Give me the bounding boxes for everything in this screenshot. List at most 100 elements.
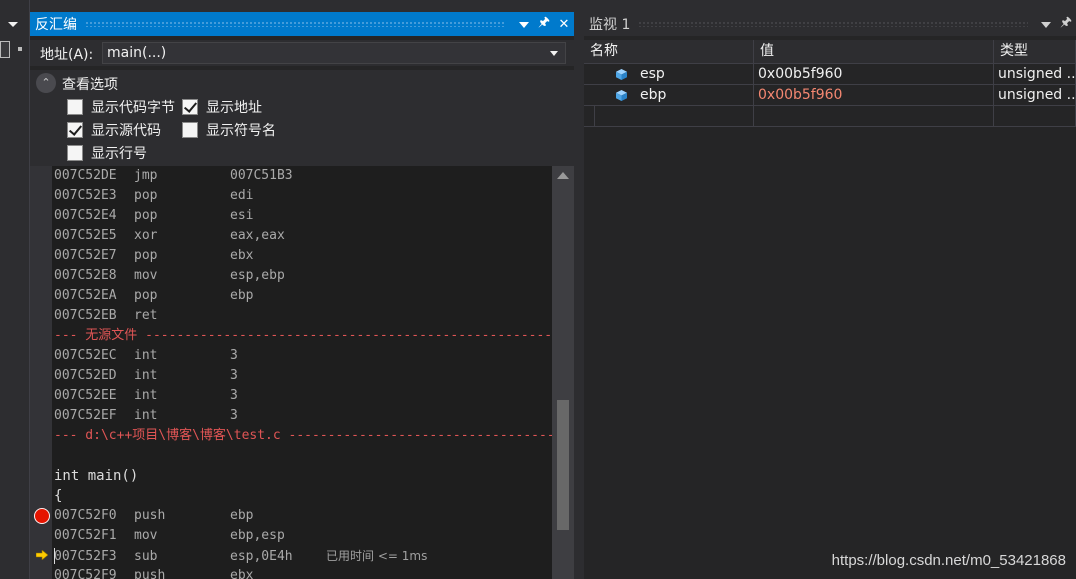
code-line[interactable]: 007C52EC int 3 [54, 346, 238, 366]
checkbox-show-code-bytes[interactable] [67, 99, 83, 115]
source-file-separator: --- d:\c++项目\博客\博客\test.c --------------… [54, 428, 552, 443]
window-menu-button[interactable] [514, 17, 534, 32]
watch-titlebar[interactable]: 监视 1 🖈 [584, 12, 1076, 36]
empty-value-cell [754, 106, 994, 126]
asm-mnemonic: int [134, 348, 158, 363]
option-label: 显示源代码 [91, 123, 161, 139]
asm-mnemonic: mov [134, 528, 158, 543]
option-show-source[interactable]: 显示源代码 [67, 120, 161, 140]
checkbox-show-address[interactable] [182, 99, 198, 115]
disassembly-title: 反汇编 [35, 17, 77, 33]
view-options-title: 查看选项 [62, 77, 118, 93]
asm-address: 007C52E8 [54, 268, 117, 283]
disassembly-code-view[interactable]: 007C52DE jmp 007C51B3 007C52E3 pop edi 007C5… [52, 166, 552, 579]
code-line[interactable]: 007C52E8 mov esp,ebp [54, 266, 285, 286]
titlebar-grip[interactable] [85, 21, 506, 27]
watch-name-cell[interactable]: esp [584, 64, 754, 84]
scroll-up-arrow-icon[interactable] [557, 172, 569, 179]
toolbox-icon[interactable] [0, 41, 10, 58]
asm-address: 007C52E5 [54, 228, 117, 243]
window-menu-button[interactable] [1036, 17, 1056, 32]
grip-icon [18, 47, 22, 51]
watch-type: unsigned ... [994, 85, 1076, 105]
pin-button[interactable]: 🖈 [1056, 13, 1076, 35]
breakpoint-icon[interactable] [34, 508, 50, 524]
code-line[interactable]: 007C52EA pop ebp [54, 286, 253, 306]
disassembly-titlebar[interactable]: 反汇编 🖈 ✕ [30, 12, 574, 36]
address-row: 地址(A): main(...) [30, 40, 574, 66]
pin-button[interactable]: 🖈 [534, 13, 554, 35]
asm-address: 007C52EC [54, 348, 117, 363]
code-line[interactable]: 007C52E4 pop esi [54, 206, 253, 226]
column-header-value[interactable]: 值 [754, 40, 994, 63]
source-line[interactable]: { [54, 486, 62, 506]
asm-address: 007C52DE [54, 168, 117, 183]
asm-mnemonic: pop [134, 288, 158, 303]
watch-row[interactable]: esp 0x00b5f960 unsigned ... [584, 64, 1076, 85]
asm-operand: edi [230, 188, 254, 203]
watch-type: unsigned ... [994, 64, 1076, 84]
source-line[interactable]: int main() [54, 466, 138, 486]
checkbox-show-source[interactable] [67, 122, 83, 138]
code-line[interactable]: 007C52EE int 3 [54, 386, 238, 406]
asm-mnemonic: int [134, 408, 158, 423]
watch-value-changed[interactable]: 0x00b5f960 [754, 85, 994, 105]
asm-operand: 007C51B3 [230, 168, 293, 183]
address-combobox[interactable]: main(...) [102, 42, 566, 64]
option-show-code-bytes[interactable]: 显示代码字节 [67, 97, 175, 117]
chevron-down-icon[interactable] [8, 22, 18, 27]
disassembly-panel: 反汇编 🖈 ✕ 地址(A): main(...) ⌃ 查看选项 显示代码字节 显… [30, 12, 574, 579]
collapse-icon[interactable]: ⌃ [36, 73, 56, 93]
code-line[interactable]: 007C52F1 mov ebp,esp [54, 526, 285, 546]
option-label: 显示地址 [206, 100, 262, 116]
code-line[interactable]: 007C52ED int 3 [54, 366, 238, 386]
vertical-scrollbar[interactable] [552, 166, 574, 579]
asm-address: 007C52F9 [54, 568, 117, 579]
watch-header-row: 名称 值 类型 [584, 40, 1076, 64]
watch-title: 监视 1 [589, 17, 631, 33]
watch-value[interactable]: 0x00b5f960 [754, 64, 994, 84]
dropdown-arrow-icon[interactable] [550, 51, 558, 56]
view-options: ⌃ 查看选项 显示代码字节 显示地址 显示源代码 显示符号名 显示行号 [30, 70, 574, 166]
asm-address: 007C52E4 [54, 208, 117, 223]
asm-mnemonic: push [134, 508, 166, 523]
empty-type-cell [994, 106, 1076, 126]
add-watch-cell[interactable] [594, 106, 754, 126]
code-line[interactable]: 007C52F0 push ebp [54, 506, 253, 526]
asm-address: 007C52F0 [54, 508, 117, 523]
current-code-line[interactable]: 007C52F3 sub esp,0E4h 已用时间 <= 1ms [54, 546, 427, 566]
code-line[interactable]: 007C52E5 xor eax,eax [54, 226, 285, 246]
code-line[interactable]: 007C52E7 pop ebx [54, 246, 253, 266]
code-line[interactable]: 007C52DE jmp 007C51B3 [54, 166, 293, 186]
code-line[interactable]: 007C52E3 pop edi [54, 186, 253, 206]
watch-add-row[interactable] [584, 106, 1076, 127]
asm-address: 007C52EF [54, 408, 117, 423]
checkbox-show-line-numbers[interactable] [67, 145, 83, 161]
titlebar-grip[interactable] [638, 21, 1028, 27]
chevron-down-icon [519, 21, 529, 28]
watch-row[interactable]: ebp 0x00b5f960 unsigned ... [584, 85, 1076, 106]
code-line[interactable]: 007C52EF int 3 [54, 406, 238, 426]
watermark: https://blog.csdn.net/m0_53421868 [831, 552, 1066, 569]
option-show-address[interactable]: 显示地址 [182, 97, 262, 117]
address-value[interactable]: main(...) [107, 45, 166, 61]
pin-icon: 🖈 [537, 15, 551, 30]
scrollbar-thumb[interactable] [557, 400, 569, 530]
asm-operand: ebp [230, 288, 254, 303]
option-show-symbols[interactable]: 显示符号名 [182, 120, 276, 140]
code-line[interactable]: 007C52F9 push ebx [54, 566, 253, 579]
watch-name-cell[interactable]: ebp [584, 85, 754, 105]
perf-tip-elapsed-time[interactable]: 已用时间 <= 1ms [326, 549, 427, 563]
option-show-line-numbers[interactable]: 显示行号 [67, 143, 147, 163]
column-header-type[interactable]: 类型 [994, 40, 1076, 63]
asm-mnemonic: pop [134, 188, 158, 203]
column-header-name[interactable]: 名称 [584, 40, 754, 63]
asm-address: 007C52F3 [54, 549, 117, 564]
left-tool-strip [0, 0, 30, 579]
breakpoint-gutter[interactable] [30, 166, 52, 579]
close-button[interactable]: ✕ [554, 17, 574, 32]
code-line[interactable]: 007C52EB ret [54, 306, 230, 326]
watch-grid: 名称 值 类型 esp 0x00b5f960 unsigned ... ebp … [584, 40, 1076, 127]
checkbox-show-symbols[interactable] [182, 122, 198, 138]
asm-operand: ebx [230, 248, 254, 263]
